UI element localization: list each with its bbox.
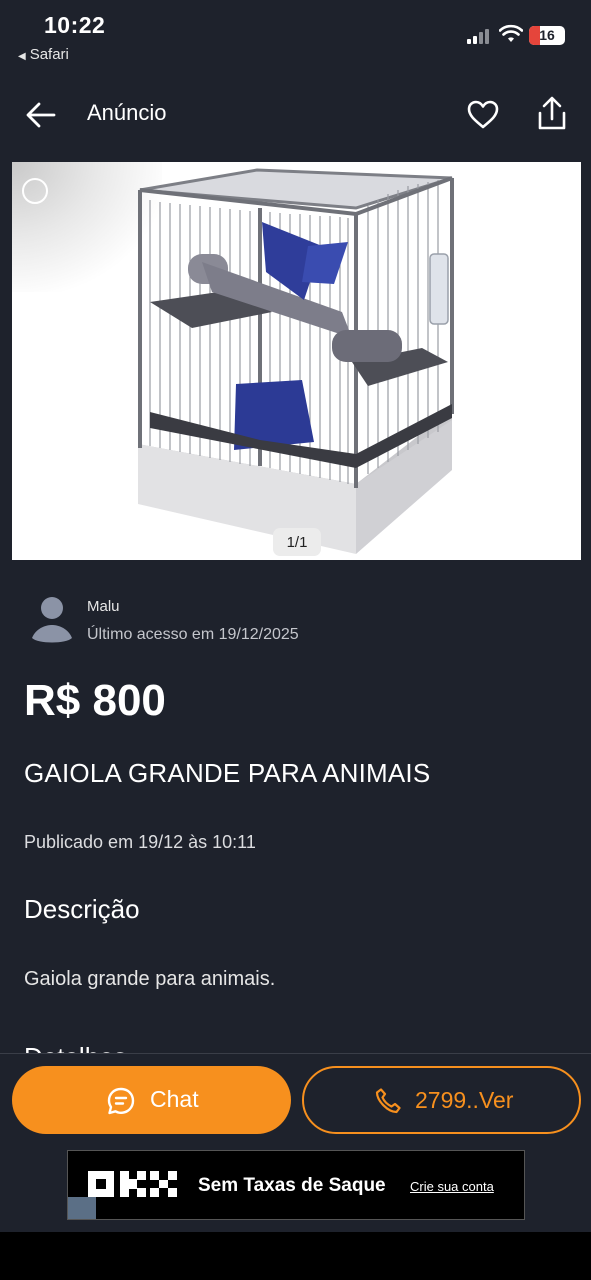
listing-price: R$ 800: [24, 676, 166, 725]
status-time: 10:22: [44, 12, 106, 38]
back-to-app[interactable]: ◀ Safari: [18, 46, 69, 63]
bottom-safe-area: [0, 1232, 591, 1280]
avatar-icon: [32, 597, 72, 643]
ad-choices-icon[interactable]: [68, 1197, 96, 1219]
status-bar: 10:22 ◀ Safari 16: [0, 0, 591, 75]
wifi-icon: [499, 24, 523, 42]
chat-bubble-icon: [107, 1087, 135, 1115]
seller-name: Malu: [87, 598, 120, 615]
phone-icon: [375, 1088, 401, 1114]
back-app-label: Safari: [29, 46, 69, 63]
battery-icon: 16: [529, 26, 565, 45]
select-photo-circle[interactable]: [22, 178, 48, 204]
chat-button-label: Chat: [150, 1086, 199, 1112]
ad-slogan: Sem Taxas de Saque: [198, 1175, 386, 1196]
description-heading: Descrição: [24, 894, 140, 924]
cellular-signal-icon: [467, 28, 493, 44]
listing-photo[interactable]: 1/1: [12, 162, 581, 560]
details-heading: Detalhes: [24, 1042, 127, 1053]
description-text: Gaiola grande para animais.: [24, 968, 276, 990]
seller-last-access: Último acesso em 19/12/2025: [87, 626, 299, 643]
action-bar: Chat 2799..Ver: [0, 1053, 591, 1147]
chat-button[interactable]: Chat: [12, 1066, 291, 1134]
ad-area: Sem Taxas de Saque Crie sua conta: [0, 1146, 591, 1236]
share-icon[interactable]: [535, 96, 569, 132]
back-triangle-icon: ◀: [18, 51, 26, 62]
listing-title: GAIOLA GRANDE PARA ANIMAIS: [24, 758, 431, 788]
ad-cta-link[interactable]: Crie sua conta: [410, 1179, 494, 1194]
ad-banner[interactable]: Sem Taxas de Saque Crie sua conta: [67, 1150, 525, 1220]
page-title: Anúncio: [87, 100, 167, 125]
top-nav-bar: Anúncio: [0, 76, 591, 160]
okx-logo: [88, 1171, 177, 1197]
phone-button-label: 2799..Ver: [415, 1087, 514, 1113]
battery-level: 16: [539, 27, 555, 43]
photo-counter: 1/1: [273, 528, 321, 556]
phone-button[interactable]: 2799..Ver: [302, 1066, 581, 1134]
favorite-heart-icon[interactable]: [466, 98, 500, 132]
cage-image: [138, 168, 454, 554]
back-arrow-icon[interactable]: [24, 98, 58, 132]
published-date: Publicado em 19/12 às 10:11: [24, 832, 256, 852]
